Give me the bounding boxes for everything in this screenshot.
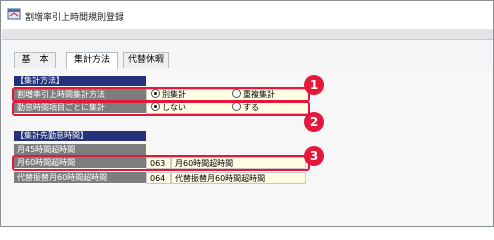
name-field-substitute-60h: 代替振替月60時間超時間	[171, 172, 306, 184]
section-header-method: 【集計方法】	[14, 76, 146, 86]
callout-badge-2: 2	[304, 112, 324, 132]
toolbar-strip	[2, 29, 493, 40]
section-header-target: 【集計先勤怠時間】	[14, 131, 146, 141]
callout-badge-1: 1	[304, 75, 324, 95]
highlight-box-1	[12, 87, 310, 102]
title-bar: 割増率引上時間規則登録	[1, 1, 493, 29]
callout-badge-3: 3	[304, 146, 324, 166]
row-label-substitute-60h: 代替振替月60時間超時間	[14, 172, 146, 184]
window-title: 割増率引上時間規則登録	[25, 13, 125, 23]
tab-substitute-leave[interactable]: 代替休暇	[123, 52, 169, 68]
highlight-box-2	[12, 101, 310, 116]
code-field-substitute-60h[interactable]: 064	[146, 172, 171, 184]
tab-basic[interactable]: 基 本	[14, 52, 56, 68]
app-icon	[7, 8, 21, 20]
highlight-box-3	[12, 155, 310, 171]
tab-aggregation-method[interactable]: 集計方法	[66, 52, 118, 69]
